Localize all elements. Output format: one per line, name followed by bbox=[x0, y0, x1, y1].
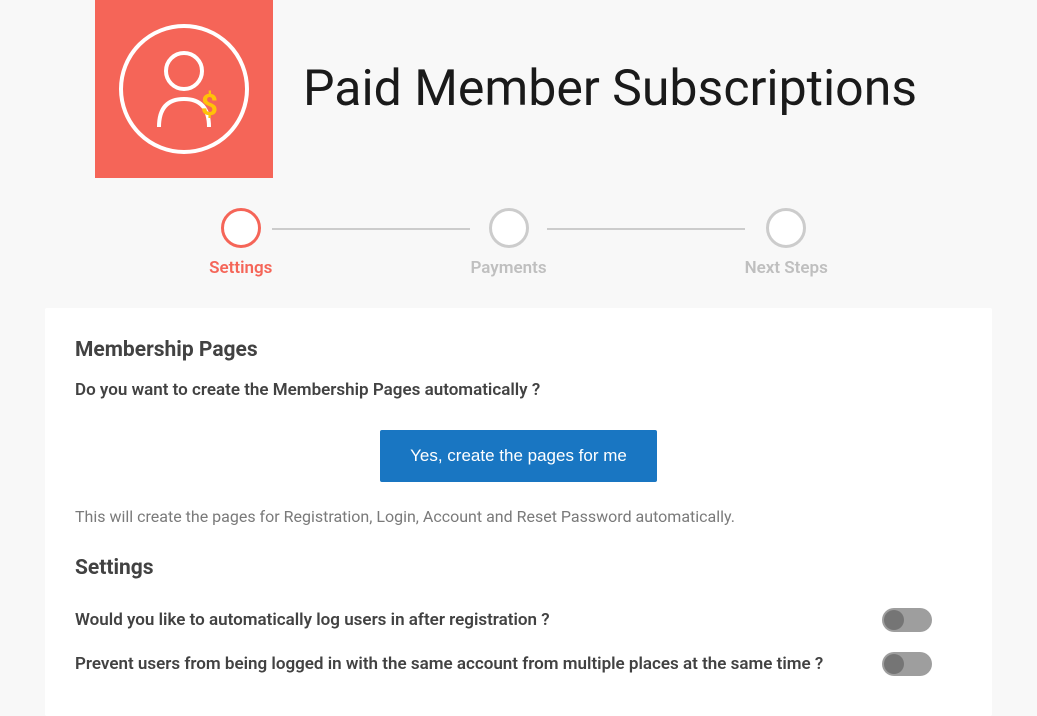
step-circle-icon bbox=[221, 208, 261, 248]
header-title: Paid Member Subscriptions bbox=[303, 60, 917, 118]
prevent-multi-login-toggle[interactable] bbox=[882, 652, 932, 676]
prevent-multi-login-label: Prevent users from being logged in with … bbox=[75, 654, 882, 674]
toggle-knob-icon bbox=[884, 654, 904, 674]
setting-row: Would you like to automatically log user… bbox=[75, 598, 962, 642]
setting-row: Prevent users from being logged in with … bbox=[75, 642, 962, 686]
step-circle-icon bbox=[766, 208, 806, 248]
membership-question: Do you want to create the Membership Pag… bbox=[75, 380, 962, 400]
step-circle-icon bbox=[489, 208, 529, 248]
membership-hint: This will create the pages for Registrat… bbox=[75, 507, 962, 526]
stepper: Settings Payments Next Steps bbox=[0, 188, 1037, 288]
step-label: Settings bbox=[209, 258, 272, 278]
auto-login-label: Would you like to automatically log user… bbox=[75, 610, 882, 630]
header: $ Paid Member Subscriptions bbox=[0, 0, 1037, 188]
step-payments[interactable]: Payments bbox=[470, 208, 546, 278]
step-label: Next Steps bbox=[745, 258, 828, 278]
dollar-icon: $ bbox=[201, 88, 218, 123]
membership-section-title: Membership Pages bbox=[75, 338, 962, 362]
step-label: Payments bbox=[470, 258, 546, 278]
step-connector bbox=[272, 228, 470, 230]
settings-section-title: Settings bbox=[75, 556, 962, 580]
step-next-steps[interactable]: Next Steps bbox=[745, 208, 828, 278]
logo-box: $ bbox=[95, 0, 273, 178]
settings-card: Membership Pages Do you want to create t… bbox=[45, 308, 992, 716]
toggle-knob-icon bbox=[884, 610, 904, 630]
step-settings[interactable]: Settings bbox=[209, 208, 272, 278]
logo-circle bbox=[119, 24, 249, 154]
create-pages-button[interactable]: Yes, create the pages for me bbox=[380, 430, 657, 482]
step-connector bbox=[547, 228, 745, 230]
auto-login-toggle[interactable] bbox=[882, 608, 932, 632]
